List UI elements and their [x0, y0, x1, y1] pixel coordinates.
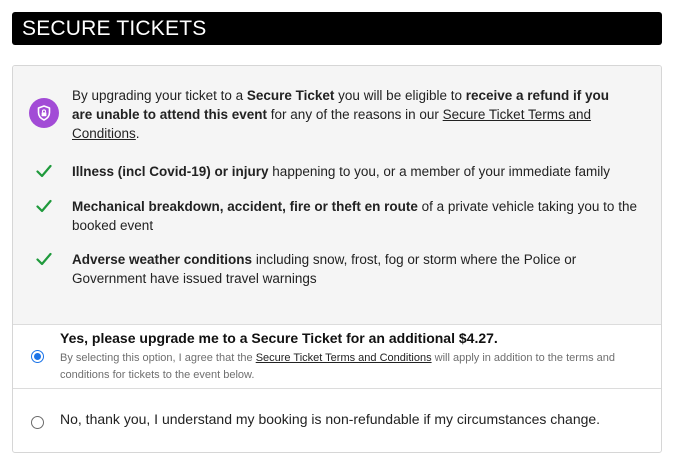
- upgrade-option-description: By selecting this option, I agree that t…: [60, 350, 650, 384]
- reason-bold: Illness (incl Covid-19) or injury: [72, 164, 269, 179]
- upgrade-option-title: Yes, please upgrade me to a Secure Ticke…: [60, 330, 498, 346]
- reason-rest: happening to you, or a member of your im…: [268, 164, 610, 179]
- decline-radio[interactable]: [31, 416, 44, 429]
- secure-ticket-panel: By upgrading your ticket to a Secure Tic…: [12, 65, 662, 453]
- check-icon: [36, 252, 52, 266]
- shield-lock-icon: [29, 98, 59, 128]
- check-icon: [36, 199, 52, 213]
- upgrade-radio[interactable]: [31, 350, 44, 363]
- reason-bold: Mechanical breakdown, accident, fire or …: [72, 199, 418, 214]
- reason-text: Illness (incl Covid-19) or injury happen…: [72, 162, 642, 181]
- upgrade-terms-link[interactable]: Secure Ticket Terms and Conditions: [256, 352, 432, 364]
- intro-text: By upgrading your ticket to a Secure Tic…: [72, 86, 632, 143]
- intro-text-4: .: [135, 126, 140, 141]
- reason-text: Mechanical breakdown, accident, fire or …: [72, 197, 642, 235]
- intro-text-2: you will be eligible to: [334, 88, 466, 103]
- upgrade-desc-1: By selecting this option, I agree that t…: [60, 352, 256, 364]
- intro-bold-secure-ticket: Secure Ticket: [246, 88, 335, 103]
- section-title: SECURE TICKETS: [22, 16, 207, 40]
- option-upgrade[interactable]: Yes, please upgrade me to a Secure Ticke…: [13, 324, 661, 389]
- intro-text-1: By upgrading your ticket to a: [72, 88, 247, 103]
- reason-text: Adverse weather conditions including sno…: [72, 250, 642, 288]
- reason-bold: Adverse weather conditions: [72, 252, 253, 267]
- option-decline[interactable]: No, thank you, I understand my booking i…: [13, 389, 661, 452]
- secure-ticket-info: By upgrading your ticket to a Secure Tic…: [13, 66, 661, 325]
- check-icon: [36, 164, 52, 178]
- intro-text-3: for any of the reasons in our: [267, 107, 443, 122]
- section-header: SECURE TICKETS: [12, 12, 662, 45]
- decline-option-label: No, thank you, I understand my booking i…: [60, 411, 601, 427]
